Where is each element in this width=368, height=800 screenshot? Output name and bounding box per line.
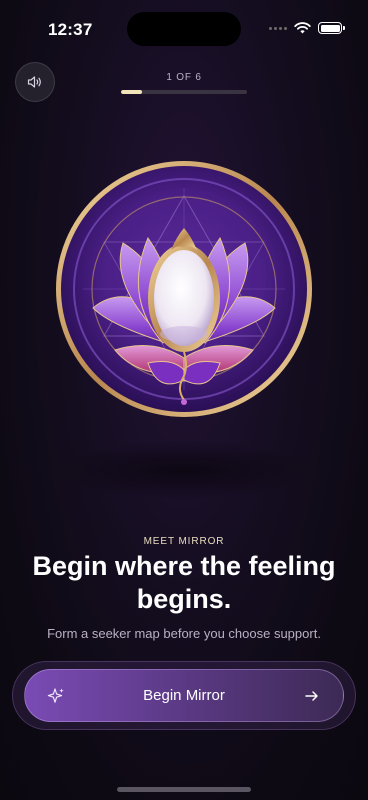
page-subtitle: Form a seeker map before you choose supp… [47, 626, 321, 641]
home-indicator [117, 787, 251, 792]
speaker-icon [27, 76, 41, 88]
dynamic-island [127, 12, 241, 46]
page-title: Begin where the feeling begins. [32, 551, 336, 614]
cellular-signal-icon [269, 26, 287, 30]
begin-mirror-button[interactable]: Begin Mirror [24, 669, 344, 722]
progress-fill [121, 90, 142, 94]
status-time: 12:37 [48, 20, 93, 39]
progress-label: 1 OF 6 [166, 72, 202, 83]
hero-shadow [54, 440, 314, 500]
begin-mirror-label: Begin Mirror [143, 687, 225, 704]
arrow-right-icon [305, 691, 318, 701]
battery-icon [318, 22, 345, 34]
wifi-icon [294, 22, 311, 34]
sparkle-icon [47, 688, 64, 703]
progress-indicator: 1 OF 6 [121, 72, 247, 94]
sound-toggle-button[interactable] [15, 62, 55, 102]
eyebrow-label: MEET MIRROR [143, 536, 225, 547]
status-icons [269, 22, 345, 34]
status-bar: 12:37 [0, 0, 368, 54]
progress-track [121, 90, 247, 94]
lotus-mirror-illustration [56, 161, 312, 417]
